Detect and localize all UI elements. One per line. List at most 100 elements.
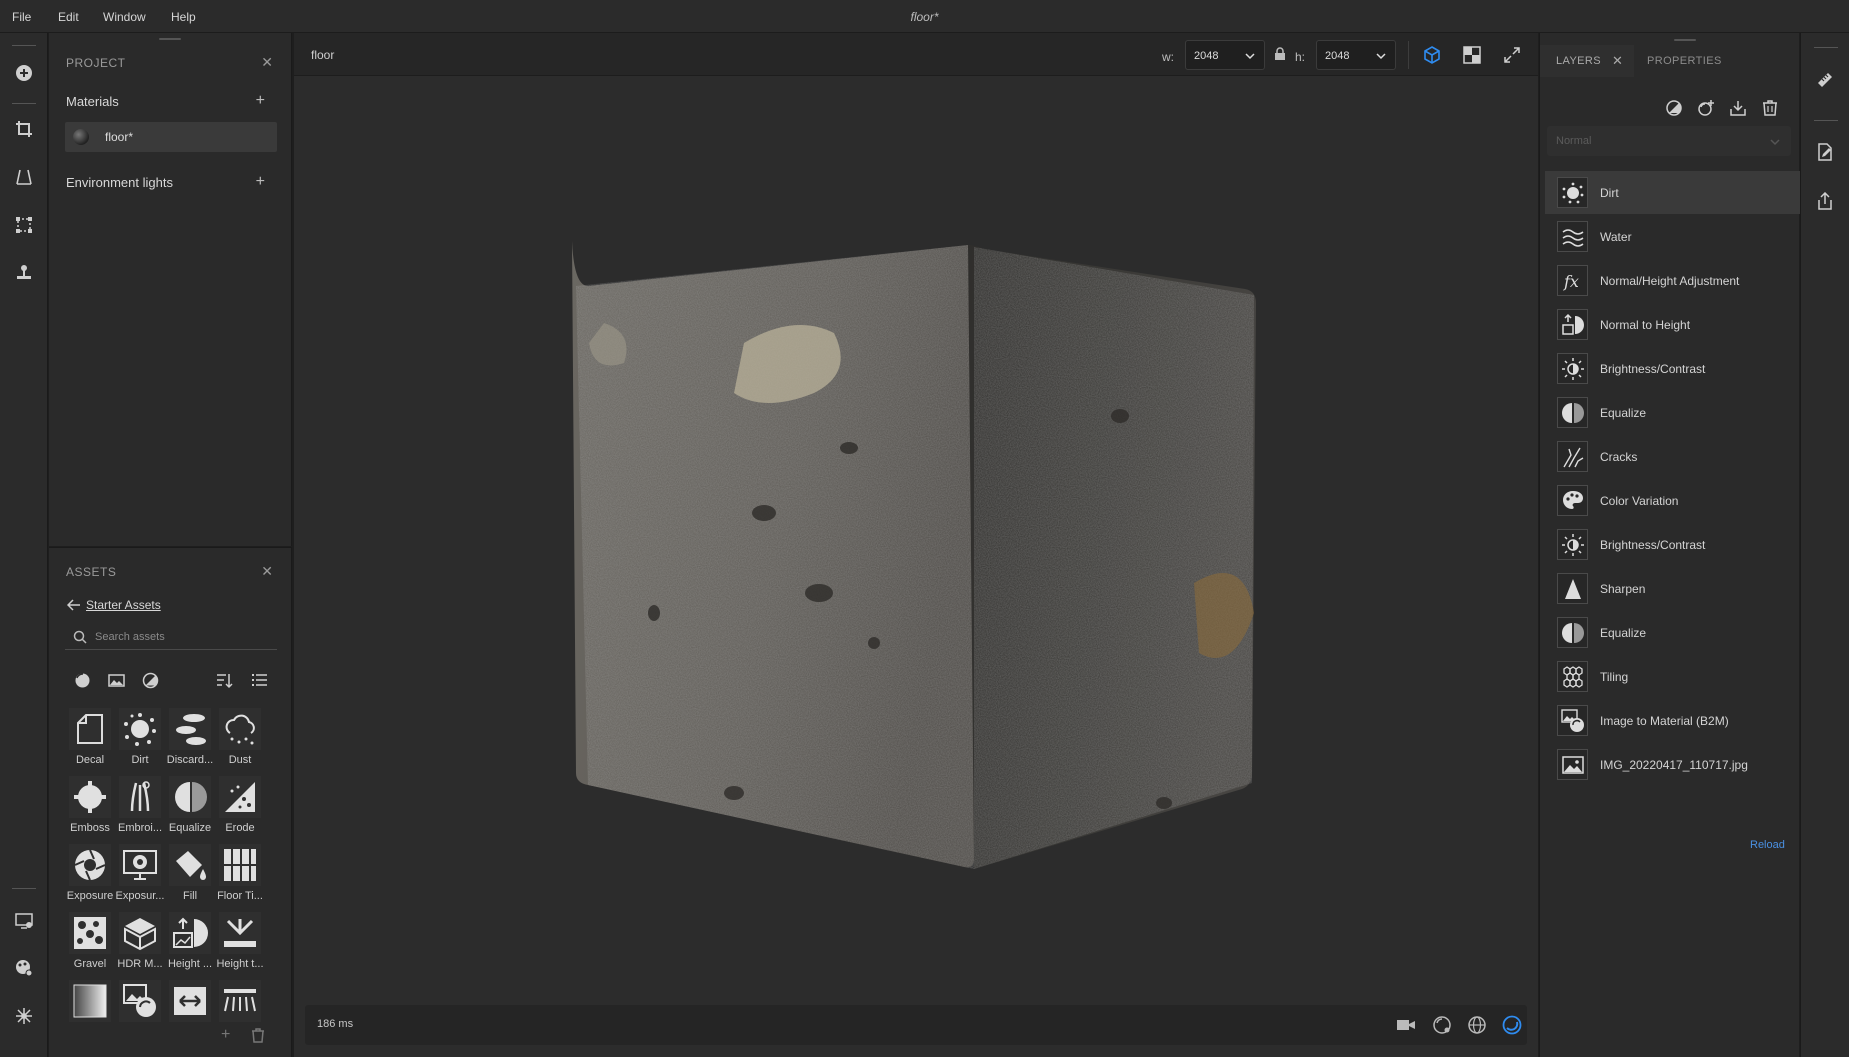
asset-label: Dust: [228, 754, 252, 766]
emboss-icon: [69, 776, 111, 818]
layer-row-water[interactable]: Water: [1545, 215, 1800, 258]
layer-row-dirt[interactable]: Dirt: [1545, 171, 1800, 214]
layer-name: Water: [1600, 230, 1632, 244]
search-input[interactable]: [95, 627, 270, 647]
layer-name: Equalize: [1600, 406, 1647, 420]
layer-name: Cracks: [1600, 450, 1638, 464]
strip-grip: [12, 45, 36, 46]
svg-text:fx: fx: [1563, 272, 1579, 291]
crop-icon[interactable]: [12, 117, 36, 141]
asset-embroidery[interactable]: Embroi...: [115, 776, 165, 844]
asset-erode[interactable]: Erode: [215, 776, 265, 844]
asset-height[interactable]: Height ...: [165, 912, 215, 980]
asset-equalize[interactable]: Equalize: [165, 776, 215, 844]
asset-image-to-material[interactable]: [115, 980, 165, 1048]
list-view-icon[interactable]: [249, 670, 269, 690]
panel-grip[interactable]: [1674, 39, 1696, 41]
starter-assets-back-link[interactable]: Starter Assets: [67, 598, 161, 612]
viewport-status-bar: 186 ms: [305, 1005, 1527, 1045]
layer-name: Normal to Height: [1600, 318, 1691, 332]
trash-icon[interactable]: [251, 1028, 265, 1046]
filter-materials-icon[interactable]: [72, 670, 92, 690]
layer-row-image-to-material[interactable]: Image to Material (B2M): [1545, 699, 1800, 742]
asset-label: Dirt: [131, 754, 149, 766]
project-title: PROJECT: [66, 56, 126, 70]
layer-row-equalize[interactable]: Equalize: [1545, 391, 1800, 434]
layer-row-source-image[interactable]: IMG_20220417_110717.jpg: [1545, 743, 1800, 786]
blend-mode-select[interactable]: Normal: [1547, 126, 1791, 156]
add-asset-button[interactable]: +: [221, 1026, 230, 1044]
asset-dirt[interactable]: Dirt: [115, 708, 165, 776]
layer-row-tiling[interactable]: Tiling: [1545, 655, 1800, 698]
layer-row-sharpen[interactable]: Sharpen: [1545, 567, 1800, 610]
plugins-icon[interactable]: [12, 1004, 36, 1028]
filter-images-icon[interactable]: [106, 670, 126, 690]
layer-row-normal-to-height[interactable]: Normal to Height: [1545, 303, 1800, 346]
layer-row-equalize-2[interactable]: Equalize: [1545, 611, 1800, 654]
tab-layers-close-icon[interactable]: ✕: [1612, 53, 1623, 69]
transform-icon[interactable]: [12, 213, 36, 237]
globe-icon[interactable]: [1466, 1015, 1488, 1035]
ruler-icon[interactable]: [1814, 69, 1836, 91]
back-link-label: Starter Assets: [86, 598, 161, 612]
layer-row-normal-height-adjustment[interactable]: fx Normal/Height Adjustment: [1545, 259, 1800, 302]
embroidery-icon: [119, 776, 161, 818]
panel-grip[interactable]: [159, 38, 181, 40]
asset-height-to[interactable]: Height t...: [215, 912, 265, 980]
filter-filters-icon[interactable]: [140, 670, 160, 690]
delete-layer-icon[interactable]: [1759, 97, 1781, 119]
asset-label: Erode: [225, 822, 255, 834]
environment-icon[interactable]: [1431, 1015, 1453, 1035]
add-environment-light-button[interactable]: +: [256, 174, 265, 190]
materials-heading: Materials: [66, 94, 119, 109]
asset-gradient[interactable]: [65, 980, 115, 1048]
reload-link[interactable]: Reload: [1750, 839, 1785, 851]
asset-hdr[interactable]: HDR M...: [115, 912, 165, 980]
3d-viewport[interactable]: floor w: 2048 h: 2048 186 ms: [294, 33, 1538, 1057]
asset-exposure[interactable]: Exposure: [65, 844, 115, 912]
asset-exposure-monitor[interactable]: Exposur...: [115, 844, 165, 912]
layer-row-brightness-contrast-2[interactable]: Brightness/Contrast: [1545, 523, 1800, 566]
camera-icon[interactable]: [1395, 1015, 1417, 1035]
material-preview-cube[interactable]: [294, 33, 1538, 1057]
brightness-icon: [1557, 529, 1588, 560]
asset-floor-tiles[interactable]: Floor Ti...: [215, 844, 265, 912]
material-settings-icon[interactable]: [12, 956, 36, 980]
import-icon[interactable]: [1727, 97, 1749, 119]
asset-label: HDR M...: [117, 958, 163, 970]
sort-icon[interactable]: [214, 670, 234, 690]
asset-discard[interactable]: Discard...: [165, 708, 215, 776]
add-circle-icon[interactable]: [12, 61, 36, 85]
add-filter-icon[interactable]: [1663, 97, 1685, 119]
equalize-icon: [1557, 397, 1588, 428]
palette-icon: [1557, 485, 1588, 516]
asset-emboss[interactable]: Emboss: [65, 776, 115, 844]
asset-fill[interactable]: Fill: [165, 844, 215, 912]
layer-name: Brightness/Contrast: [1600, 362, 1706, 376]
stamp-icon[interactable]: [12, 261, 36, 285]
tab-layers[interactable]: LAYERS: [1556, 55, 1601, 67]
layer-row-brightness-contrast[interactable]: Brightness/Contrast: [1545, 347, 1800, 390]
fill-icon: [169, 844, 211, 886]
asset-decal[interactable]: Decal: [65, 708, 115, 776]
assets-close-icon[interactable]: ✕: [261, 564, 273, 578]
layer-row-cracks[interactable]: Cracks: [1545, 435, 1800, 478]
layer-name: Normal/Height Adjustment: [1600, 274, 1740, 288]
edit-document-icon[interactable]: [1814, 141, 1836, 163]
render-mode-icon[interactable]: [1501, 1015, 1523, 1035]
add-material-layer-icon[interactable]: [1695, 97, 1717, 119]
layer-row-color-variation[interactable]: Color Variation: [1545, 479, 1800, 522]
asset-gravel[interactable]: Gravel: [65, 912, 115, 980]
display-settings-icon[interactable]: [12, 909, 36, 933]
tab-properties[interactable]: PROPERTIES: [1647, 55, 1722, 67]
project-close-icon[interactable]: ✕: [261, 55, 273, 69]
export-icon[interactable]: [1814, 190, 1836, 212]
exposure-icon: [69, 844, 111, 886]
add-material-button[interactable]: +: [256, 93, 265, 109]
sharpen-icon: [1557, 573, 1588, 604]
perspective-icon[interactable]: [12, 165, 36, 189]
asset-offset[interactable]: [165, 980, 215, 1048]
material-item-floor[interactable]: floor*: [65, 122, 277, 152]
normal-to-height-icon: [1557, 309, 1588, 340]
asset-dust[interactable]: Dust: [215, 708, 265, 776]
